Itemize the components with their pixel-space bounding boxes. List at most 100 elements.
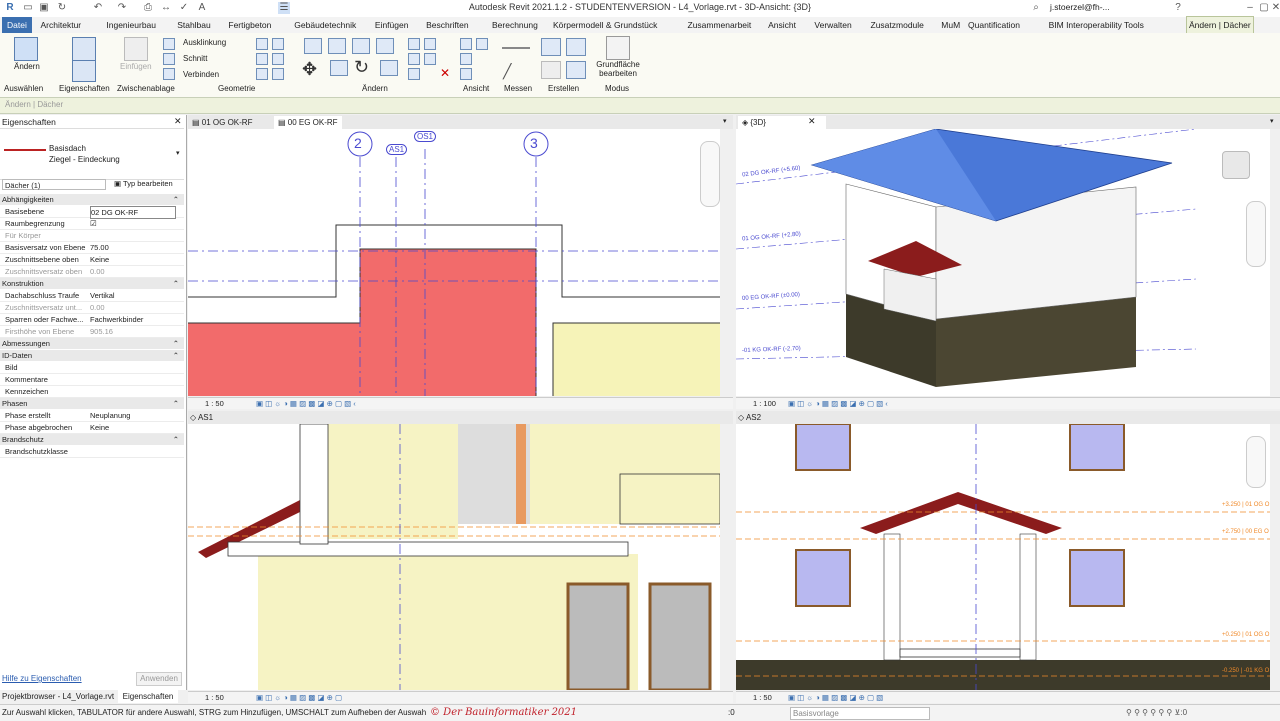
edit-type-button[interactable]: ▣ Typ bearbeiten — [114, 179, 173, 188]
property-row[interactable]: Firsthöhe von Ebene 905.16 — [0, 326, 184, 338]
close-hidden-icon[interactable]: ☰ — [278, 2, 290, 14]
cope-button[interactable]: Ausklinkung — [183, 38, 226, 47]
tab-16[interactable]: BIM Interoperability Tools — [1047, 17, 1146, 33]
cut-geometry-button[interactable]: Schnitt — [183, 54, 207, 63]
tab-1[interactable]: Architektur — [39, 17, 84, 33]
property-row[interactable]: Zuschnittsversatz unt... 0.00 — [0, 302, 184, 314]
workset-count[interactable]: :0 — [728, 705, 735, 721]
collapse-icon[interactable]: ⌃ — [173, 434, 179, 445]
mirror-draw-icon[interactable] — [376, 38, 394, 54]
property-group-header[interactable]: Brandschutz ⌃ — [0, 434, 184, 445]
revit-logo-icon[interactable]: R — [4, 2, 16, 14]
property-value[interactable]: 0.00 — [90, 302, 174, 313]
tab-10[interactable]: Zusammenarbeit — [686, 17, 754, 33]
user-name[interactable]: j.stoerzel@fh-... — [1050, 2, 1110, 12]
view-paint-icon[interactable] — [460, 68, 472, 80]
property-value[interactable]: 905.16 — [90, 326, 174, 337]
3d-vertical-scrollbar[interactable] — [1270, 129, 1280, 396]
view-linework-icon[interactable] — [460, 53, 472, 65]
property-value[interactable]: 75.00 — [90, 242, 174, 253]
split-gap-icon[interactable] — [424, 38, 436, 50]
as1-vertical-scrollbar[interactable] — [720, 424, 730, 690]
properties-tab[interactable]: Eigenschaften — [118, 690, 178, 703]
geometry-icon-4[interactable] — [272, 53, 284, 65]
close-icon[interactable]: ✕ — [1270, 2, 1280, 14]
property-row[interactable]: Raumbegrenzung ☑ — [0, 218, 184, 230]
select-panel-label[interactable]: Auswählen — [4, 84, 43, 93]
as1-view-controls-icons[interactable]: ▣ ◫ ☼ ◑ ▦ ▨ ▩ ◪ ⊕ ▢ — [256, 692, 342, 703]
property-group-header[interactable]: Phasen ⌃ — [0, 398, 184, 409]
tab-14[interactable]: MuM — [939, 17, 962, 33]
plan-vertical-scrollbar[interactable] — [720, 129, 730, 396]
properties-close-icon[interactable]: ✕ — [174, 116, 182, 127]
section-tag-os1[interactable]: OS1 — [414, 131, 437, 142]
sync-icon[interactable]: ↻ — [56, 2, 68, 14]
measure-tool-icon[interactable]: ╱ — [503, 63, 511, 80]
create-similar-icon[interactable] — [566, 61, 586, 79]
modify-tool-icon[interactable] — [14, 37, 38, 61]
property-row[interactable]: Dachabschluss Traufe Vertikal — [0, 290, 184, 302]
collapse-icon[interactable]: ⌃ — [173, 278, 179, 289]
tab-4[interactable]: Fertigbeton — [226, 17, 273, 33]
minimize-icon[interactable]: – — [1244, 2, 1256, 14]
dimension-icon[interactable]: ✓ — [178, 2, 190, 14]
paste-label[interactable]: Einfügen — [120, 62, 152, 71]
collapse-icon[interactable]: ⌃ — [173, 338, 179, 349]
delete-icon[interactable]: ✕ — [440, 66, 450, 80]
view-hide-icon[interactable] — [460, 38, 472, 50]
plan-scale[interactable]: 1 : 50 — [205, 398, 224, 409]
tab-8[interactable]: Berechnung — [490, 17, 540, 33]
property-value[interactable]: Fachwerkbinder — [90, 314, 174, 325]
geometry-icon-2[interactable] — [272, 38, 284, 50]
scale-icon[interactable] — [424, 53, 436, 65]
navigation-bar-as2[interactable] — [1246, 436, 1266, 488]
offset-icon[interactable] — [328, 38, 346, 54]
mirror-pick-icon[interactable] — [352, 38, 370, 54]
match-icon[interactable] — [163, 68, 175, 80]
measure-line-icon[interactable] — [502, 47, 530, 49]
as2-view-controls-icons[interactable]: ▣ ◫ ☼ ◑ ▦ ▨ ▩ ◪ ⊕ ▢ ▧ — [788, 692, 883, 703]
property-row[interactable]: Zuschnittsebene oben Keine — [0, 254, 184, 266]
tab-12[interactable]: Verwalten — [812, 17, 853, 33]
tab-11[interactable]: Ansicht — [766, 17, 798, 33]
save-icon[interactable]: ▣ — [38, 2, 50, 14]
tab-01-og[interactable]: ▤ 01 OG OK-RF — [192, 116, 252, 129]
open-icon[interactable]: ▭ — [22, 2, 34, 14]
property-row[interactable]: Kommentare — [0, 374, 184, 386]
trim-icon[interactable] — [380, 60, 398, 76]
property-value[interactable]: 0.00 — [90, 266, 174, 277]
section-tag-as1[interactable]: AS1 — [386, 144, 408, 155]
property-group-header[interactable]: Abmessungen ⌃ — [0, 338, 184, 349]
property-group-header[interactable]: Abhängigkeiten ⌃ — [0, 194, 184, 205]
3d-view-controls-icons[interactable]: ▣ ◫ ☼ ◑ ▦ ▨ ▩ ◪ ⊕ ▢ ▧ ‹ — [788, 398, 888, 409]
view-override-icon[interactable] — [476, 38, 488, 50]
property-row[interactable]: Sparren oder Fachwe... Fachwerkbinder — [0, 314, 184, 326]
type-selector[interactable]: Basisdach Ziegel - Eindeckung ▾ — [0, 128, 184, 180]
as2-vertical-scrollbar[interactable] — [1270, 424, 1280, 690]
navigation-bar-3d[interactable] — [1246, 201, 1266, 267]
collapse-icon[interactable]: ⌃ — [173, 398, 179, 409]
section-as2-canvas[interactable]: +3.250 | 01 OG O +2.750 | 00 EG O +0.250… — [736, 424, 1270, 690]
property-row[interactable]: Für Körper — [0, 230, 184, 242]
tab-9[interactable]: Körpermodell & Grundstück — [551, 17, 659, 33]
paste-icon[interactable] — [124, 37, 148, 61]
tab-0[interactable]: Datei — [2, 17, 32, 33]
maximize-icon[interactable]: ▢ — [1258, 2, 1270, 14]
properties-panel-icon[interactable] — [72, 60, 96, 82]
property-value[interactable]: Vertikal — [90, 290, 174, 301]
as2-scale[interactable]: 1 : 50 — [753, 692, 772, 703]
type-dropdown-icon[interactable]: ▾ — [176, 149, 180, 157]
tab-as2[interactable]: ◇ AS2 — [738, 411, 761, 424]
move-icon[interactable]: ✥ — [302, 59, 317, 80]
help-link[interactable]: Hilfe zu Eigenschaften — [2, 674, 82, 683]
geometry-icon-1[interactable] — [256, 38, 268, 50]
copy-icon[interactable] — [163, 53, 175, 65]
print-icon[interactable]: ⎙ — [142, 2, 154, 14]
property-row[interactable]: Brandschutzklasse — [0, 446, 184, 458]
tab-17[interactable]: Ändern | Dächer — [1186, 16, 1254, 33]
text-icon[interactable]: A — [196, 2, 208, 14]
property-value[interactable]: Neuplanung — [90, 410, 174, 421]
cut-icon[interactable] — [163, 38, 175, 50]
pin-icon[interactable] — [408, 68, 420, 80]
project-browser-tab[interactable]: Projektbrowser - L4_Vorlage.rvt — [2, 690, 114, 703]
